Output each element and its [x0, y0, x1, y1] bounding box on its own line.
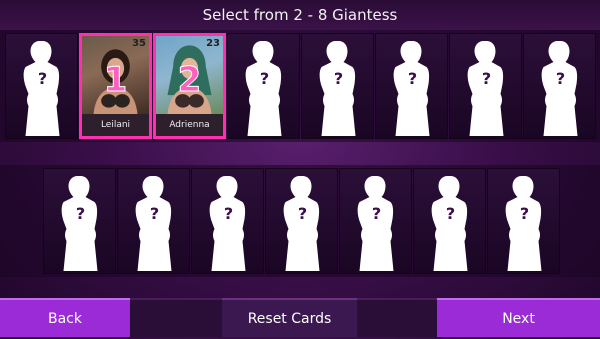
silhouette-question-icon: ? — [61, 176, 98, 271]
silhouette-question-icon: ? — [467, 41, 504, 136]
svg-text:?: ? — [76, 204, 85, 223]
giantess-card-locked[interactable]: ? — [449, 33, 522, 139]
svg-text:?: ? — [260, 69, 269, 88]
silhouette-question-icon: ? — [431, 176, 468, 271]
svg-text:?: ? — [520, 204, 529, 223]
silhouette-question-icon: ? — [541, 41, 578, 136]
svg-text:?: ? — [224, 204, 233, 223]
next-button[interactable]: Next — [437, 298, 600, 337]
card-row-top: ? 35 1 Leilani 23 2 Adrienna????? — [0, 33, 600, 139]
level-badge: 23 — [206, 38, 220, 49]
silhouette-question-icon: ? — [393, 41, 430, 136]
selection-order-number: 1 — [103, 60, 128, 101]
silhouette-question-icon: ? — [505, 176, 542, 271]
silhouette-question-icon: ? — [283, 176, 320, 271]
silhouette-question-icon: ? — [135, 176, 172, 271]
footer-spacer — [357, 298, 437, 337]
giantess-card-selected[interactable]: 35 1 Leilani — [79, 33, 152, 139]
reset-cards-button[interactable]: Reset Cards — [222, 298, 357, 337]
character-name: Leilani — [82, 114, 149, 136]
svg-text:?: ? — [334, 69, 343, 88]
silhouette-question-icon: ? — [23, 41, 60, 136]
giantess-card-locked[interactable]: ? — [523, 33, 596, 139]
svg-text:?: ? — [298, 204, 307, 223]
back-button[interactable]: Back — [0, 298, 130, 337]
character-name: Adrienna — [156, 114, 223, 136]
giantess-card-locked[interactable]: ? — [191, 168, 264, 274]
silhouette-question-icon: ? — [319, 41, 356, 136]
giantess-card-locked[interactable]: ? — [227, 33, 300, 139]
selection-order-number: 2 — [177, 60, 202, 101]
giantess-card-locked[interactable]: ? — [339, 168, 412, 274]
svg-text:?: ? — [482, 69, 491, 88]
giantess-card-locked[interactable]: ? — [413, 168, 486, 274]
svg-text:?: ? — [38, 69, 47, 88]
silhouette-question-icon: ? — [209, 176, 246, 271]
svg-text:?: ? — [446, 204, 455, 223]
silhouette-question-icon: ? — [245, 41, 282, 136]
giantess-card-locked[interactable]: ? — [375, 33, 448, 139]
footer-spacer — [130, 298, 222, 337]
giantess-card-locked[interactable]: ? — [487, 168, 560, 274]
giantess-card-locked[interactable]: ? — [5, 33, 78, 139]
level-badge: 35 — [132, 38, 146, 49]
svg-text:?: ? — [372, 204, 381, 223]
silhouette-question-icon: ? — [357, 176, 394, 271]
svg-text:?: ? — [408, 69, 417, 88]
giantess-card-locked[interactable]: ? — [301, 33, 374, 139]
card-row-bottom: ??????? — [0, 168, 600, 274]
giantess-card-selected[interactable]: 23 2 Adrienna — [153, 33, 226, 139]
page-title: Select from 2 - 8 Giantess — [0, 0, 600, 30]
giantess-card-locked[interactable]: ? — [43, 168, 116, 274]
svg-text:?: ? — [556, 69, 565, 88]
giantess-card-locked[interactable]: ? — [117, 168, 190, 274]
giantess-card-locked[interactable]: ? — [265, 168, 338, 274]
svg-text:?: ? — [150, 204, 159, 223]
